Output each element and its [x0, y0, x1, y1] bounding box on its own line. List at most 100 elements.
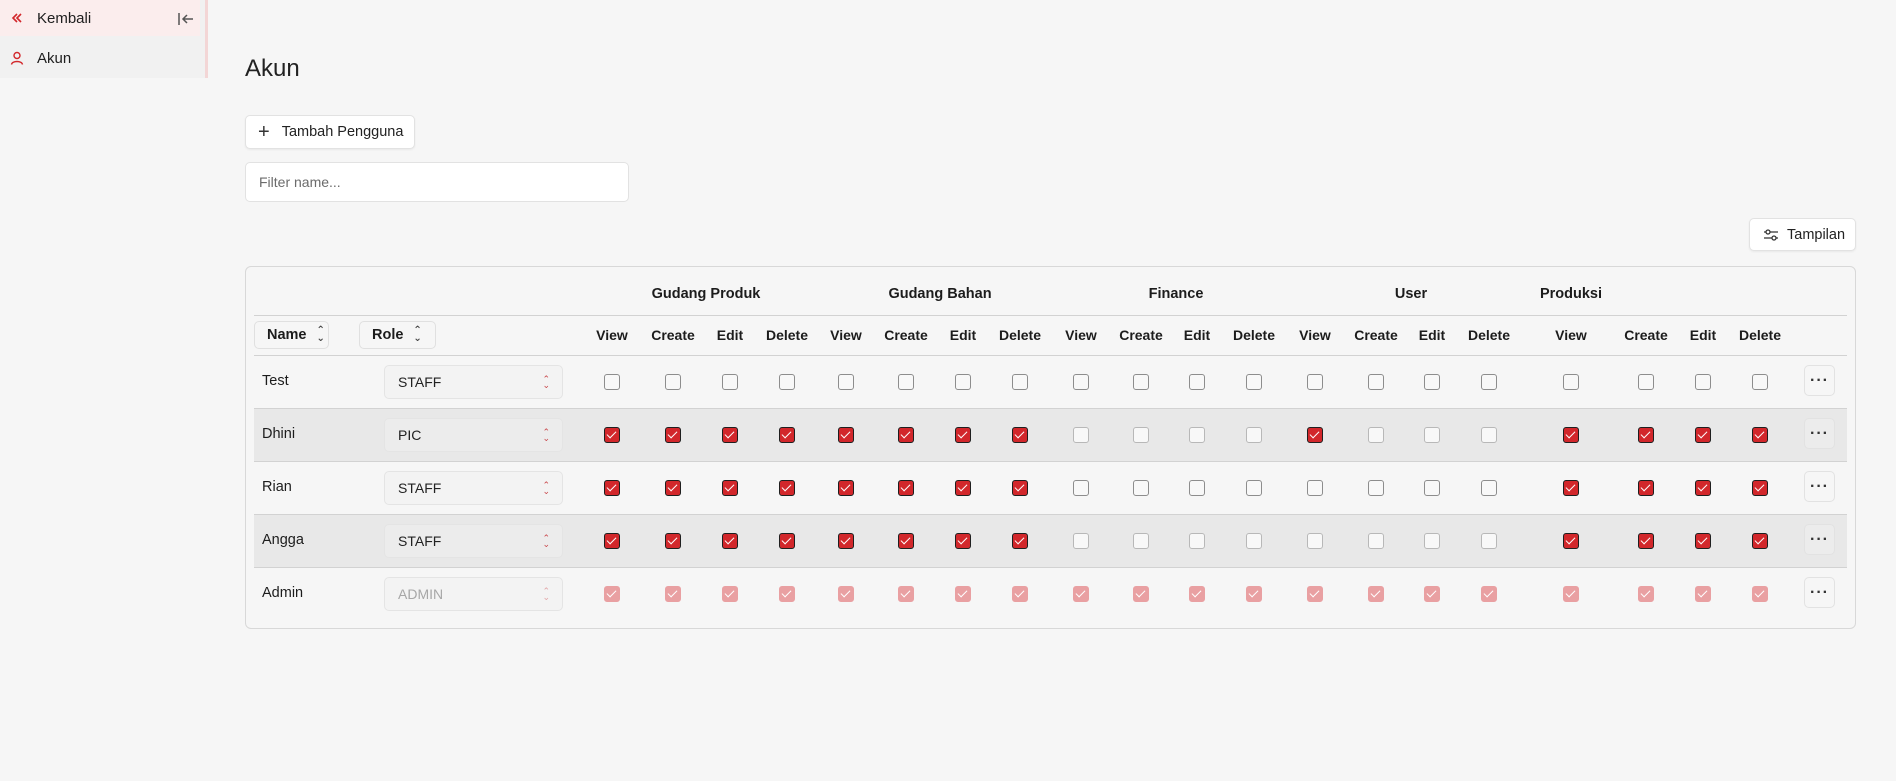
permission-checkbox[interactable] [779, 480, 795, 496]
permission-checkbox[interactable] [779, 427, 795, 443]
permission-checkbox[interactable] [838, 480, 854, 496]
permission-checkbox[interactable] [1481, 533, 1497, 549]
permission-checkbox[interactable] [1012, 480, 1028, 496]
permission-checkbox[interactable] [1563, 374, 1579, 390]
permission-checkbox[interactable] [838, 533, 854, 549]
permission-checkbox[interactable] [838, 427, 854, 443]
permission-checkbox[interactable] [1695, 374, 1711, 390]
permission-checkbox[interactable] [665, 374, 681, 390]
more-actions-button[interactable]: ··· [1804, 524, 1835, 555]
permission-checkbox[interactable] [1133, 480, 1149, 496]
permission-checkbox[interactable] [1133, 374, 1149, 390]
role-select[interactable]: STAFF ⌃ ⌄ [384, 471, 563, 505]
permission-checkbox[interactable] [1246, 480, 1262, 496]
permission-checkbox[interactable] [1752, 374, 1768, 390]
permission-checkbox[interactable] [1189, 427, 1205, 443]
permission-checkbox[interactable] [1246, 374, 1262, 390]
permission-checkbox[interactable] [955, 480, 971, 496]
more-actions-button[interactable]: ··· [1804, 577, 1835, 608]
permission-checkbox[interactable] [1424, 374, 1440, 390]
permission-checkbox[interactable] [1563, 533, 1579, 549]
permission-checkbox[interactable] [1368, 480, 1384, 496]
permission-checkbox[interactable] [1189, 480, 1205, 496]
permission-checkbox[interactable] [604, 374, 620, 390]
permission-checkbox[interactable] [1638, 374, 1654, 390]
permission-checkbox[interactable] [1307, 480, 1323, 496]
permission-checkbox[interactable] [1189, 374, 1205, 390]
permission-checkbox[interactable] [722, 374, 738, 390]
permission-checkbox[interactable] [1638, 427, 1654, 443]
permission-checkbox[interactable] [604, 533, 620, 549]
view-options-button[interactable]: Tampilan [1749, 218, 1856, 251]
permission-checkbox[interactable] [1307, 533, 1323, 549]
permission-checkbox[interactable] [1073, 427, 1089, 443]
permission-checkbox[interactable] [955, 374, 971, 390]
permission-checkbox[interactable] [1481, 374, 1497, 390]
permission-checkbox [1695, 586, 1711, 602]
permission-checkbox[interactable] [779, 374, 795, 390]
permission-checkbox[interactable] [1073, 374, 1089, 390]
permission-checkbox[interactable] [838, 374, 854, 390]
table-row: Angga STAFF ⌃ ⌄ ··· [254, 515, 1847, 567]
role-select[interactable]: PIC ⌃ ⌄ [384, 418, 563, 452]
permission-checkbox[interactable] [955, 533, 971, 549]
permission-checkbox[interactable] [779, 533, 795, 549]
permission-checkbox[interactable] [722, 427, 738, 443]
permission-checkbox[interactable] [1481, 480, 1497, 496]
permission-checkbox[interactable] [955, 427, 971, 443]
permission-checkbox[interactable] [1133, 427, 1149, 443]
permission-checkbox[interactable] [722, 533, 738, 549]
permission-checkbox[interactable] [1752, 427, 1768, 443]
permission-checkbox[interactable] [1368, 427, 1384, 443]
sidebar-item-akun[interactable]: Akun [0, 40, 200, 76]
permission-checkbox[interactable] [1424, 480, 1440, 496]
permission-checkbox[interactable] [1695, 427, 1711, 443]
permission-checkbox[interactable] [1133, 533, 1149, 549]
permission-checkbox[interactable] [1424, 427, 1440, 443]
role-sort-button[interactable]: Role ⌃ ⌄ [359, 321, 436, 349]
filter-name-input[interactable] [245, 162, 629, 202]
permission-checkbox[interactable] [665, 427, 681, 443]
permission-checkbox[interactable] [665, 533, 681, 549]
permission-checkbox[interactable] [665, 480, 681, 496]
permission-checkbox[interactable] [898, 427, 914, 443]
role-select[interactable]: STAFF ⌃ ⌄ [384, 365, 563, 399]
permission-checkbox [1246, 586, 1262, 602]
permission-checkbox[interactable] [1246, 533, 1262, 549]
permission-checkbox[interactable] [1189, 533, 1205, 549]
permission-checkbox[interactable] [722, 480, 738, 496]
permission-checkbox[interactable] [1073, 533, 1089, 549]
name-sort-button[interactable]: Name ⌃ ⌄ [254, 321, 329, 349]
permission-checkbox[interactable] [1638, 533, 1654, 549]
add-user-button[interactable]: + Tambah Pengguna [245, 115, 415, 149]
permission-checkbox[interactable] [1752, 480, 1768, 496]
permission-checkbox[interactable] [1012, 374, 1028, 390]
permission-checkbox[interactable] [1307, 427, 1323, 443]
role-select[interactable]: STAFF ⌃ ⌄ [384, 524, 563, 558]
permission-checkbox[interactable] [1368, 374, 1384, 390]
permission-checkbox[interactable] [1012, 427, 1028, 443]
more-actions-button[interactable]: ··· [1804, 471, 1835, 502]
permission-checkbox[interactable] [1695, 480, 1711, 496]
permission-checkbox[interactable] [1563, 480, 1579, 496]
permission-checkbox[interactable] [1563, 427, 1579, 443]
more-actions-button[interactable]: ··· [1804, 418, 1835, 449]
permission-checkbox[interactable] [604, 480, 620, 496]
permission-checkbox[interactable] [898, 480, 914, 496]
permission-checkbox[interactable] [1012, 533, 1028, 549]
permission-checkbox[interactable] [1638, 480, 1654, 496]
sidebar-item-back[interactable]: Kembali [0, 0, 200, 36]
more-actions-button[interactable]: ··· [1804, 365, 1835, 396]
permission-checkbox[interactable] [604, 427, 620, 443]
permission-checkbox[interactable] [1073, 480, 1089, 496]
permission-checkbox[interactable] [1307, 374, 1323, 390]
permission-checkbox[interactable] [1695, 533, 1711, 549]
permission-checkbox[interactable] [1246, 427, 1262, 443]
permission-checkbox[interactable] [1481, 427, 1497, 443]
permission-checkbox[interactable] [898, 533, 914, 549]
permission-checkbox[interactable] [1368, 533, 1384, 549]
collapse-sidebar-icon[interactable] [176, 9, 196, 29]
permission-checkbox[interactable] [1424, 533, 1440, 549]
permission-checkbox[interactable] [898, 374, 914, 390]
permission-checkbox[interactable] [1752, 533, 1768, 549]
